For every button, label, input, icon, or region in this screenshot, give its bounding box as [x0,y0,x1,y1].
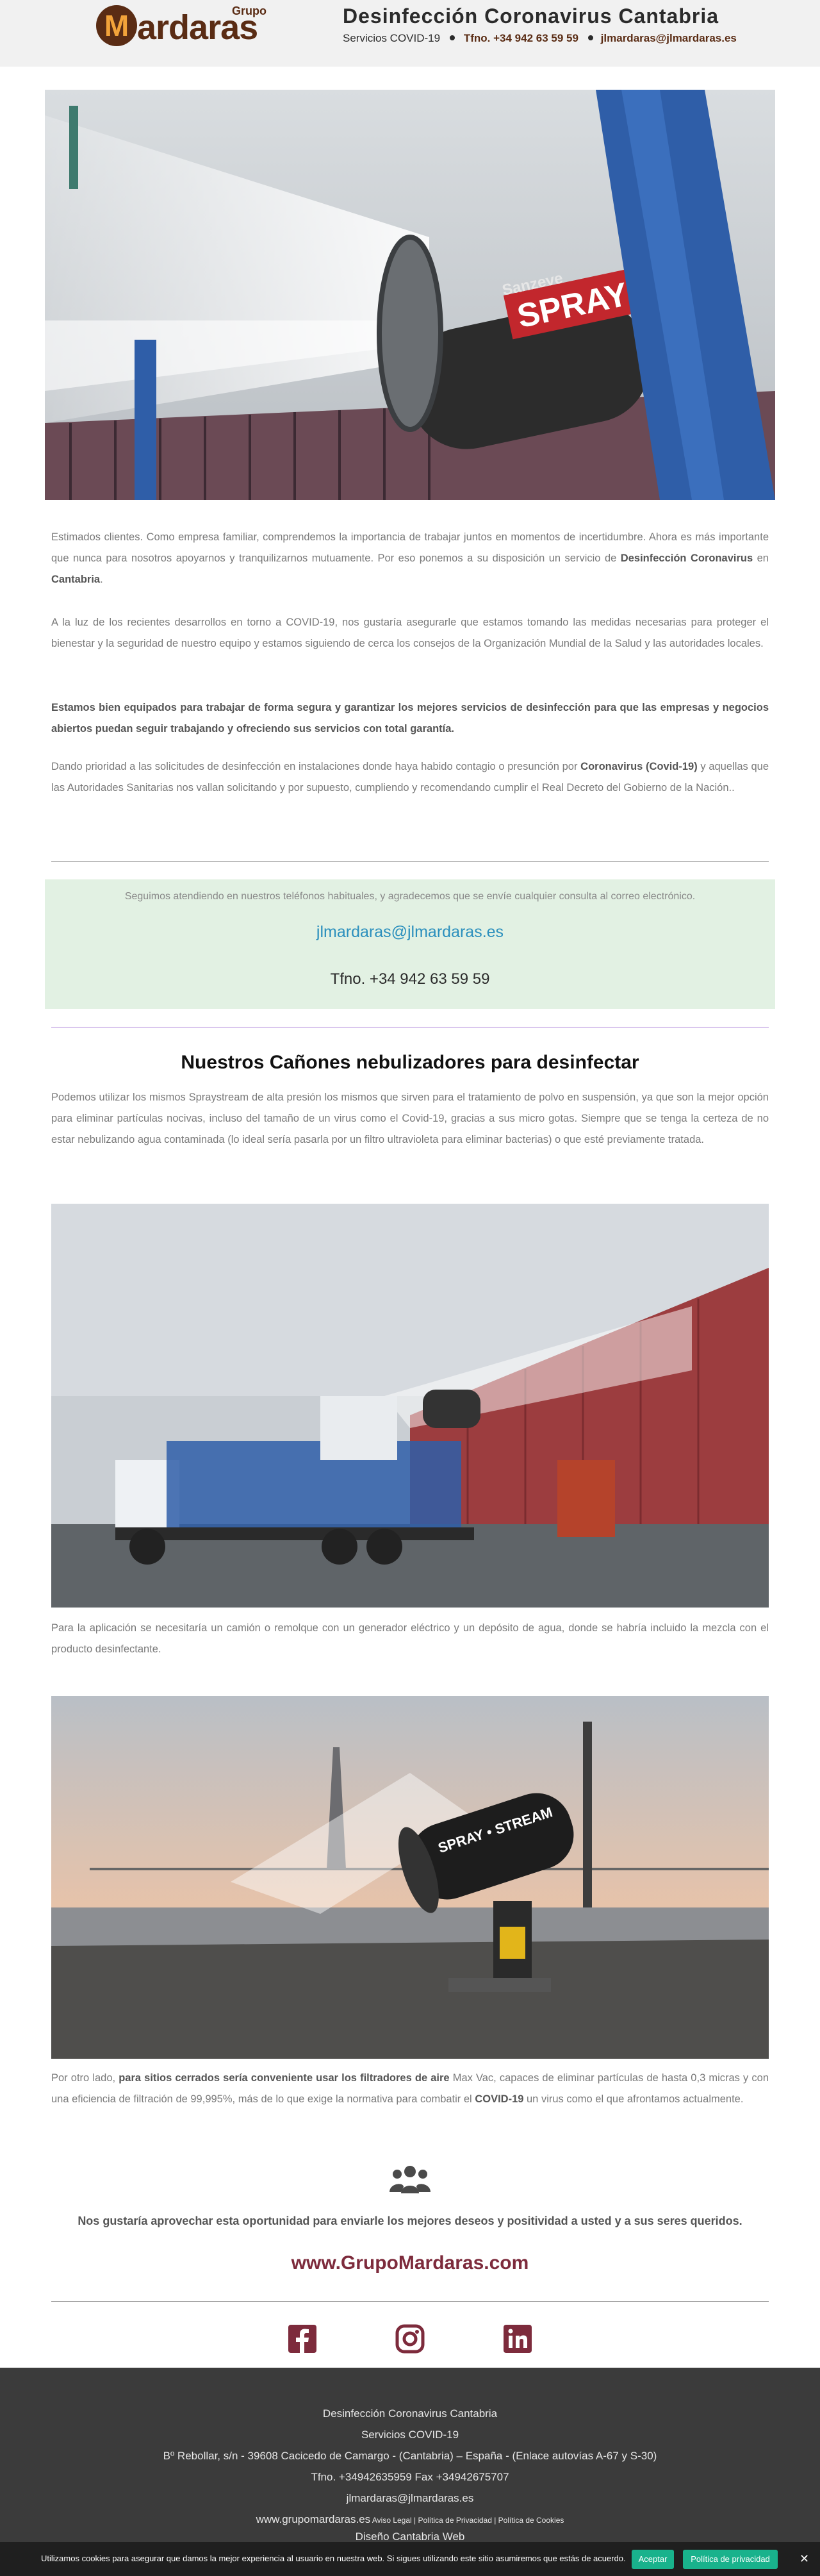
linkedin-icon[interactable] [502,2323,533,2354]
facebook-icon[interactable] [287,2323,318,2354]
cookie-accept-button[interactable]: Aceptar [632,2550,674,2569]
cookie-policy-button[interactable]: Política de privacidad [683,2550,778,2569]
site-link[interactable]: www.GrupoMardaras.com [0,2252,820,2275]
people-icon [390,2166,430,2193]
intro-paragraph-1: Estimados clientes. Como empresa familia… [51,531,769,585]
divider [51,2301,769,2302]
cannons-intro: Podemos utilizar los mismos Spraystream … [51,1087,769,1151]
intro-paragraph-4: Dando prioridad a las solicitudes de des… [51,761,769,794]
logo[interactable]: M ardaras Grupo [96,5,285,58]
cannons-text-3: Por otro lado, para sitios cerrados serí… [51,2068,769,2110]
contact-phone[interactable]: Tfno. +34 942 63 59 59 [45,970,775,988]
contact-note: Seguimos atendiendo en nuestros teléfono… [124,891,696,902]
intro-section: Estimados clientes. Como empresa familia… [51,527,769,590]
intro-section-3: Estamos bien equipados para trabajar de … [51,697,769,740]
intro-section-2: A la luz de los recientes desarrollos en… [51,612,769,654]
cannons-paragraph-1: Podemos utilizar los mismos Spraystream … [51,1092,769,1145]
footer-services: Servicios COVID-19 [361,2429,459,2441]
footer-legal-links[interactable]: Aviso Legal | Política de Privacidad | P… [370,2516,564,2525]
instagram-icon[interactable] [395,2323,425,2354]
contact-box: Seguimos atendiendo en nuestros teléfono… [45,879,775,1009]
cookie-banner: Utilizamos cookies para asegurar que dam… [0,2542,820,2576]
header-services: Servicios COVID-19 [343,32,441,44]
cannons-title: Nuestros Cañones nebulizadores para desi… [181,1052,639,1073]
site-header: M ardaras Grupo Desinfección Coronavirus… [0,0,820,67]
cannon-photo: SPRAY • STREAM [51,1696,769,2059]
cannons-paragraph-3: Por otro lado, para sitios cerrados serí… [51,2072,769,2105]
footer-email[interactable]: jlmardaras@jlmardaras.es [0,2492,820,2505]
divider [51,861,769,862]
spray-stream-cannon-image: SPRAY • STREAM [51,1696,769,2059]
close-icon[interactable]: ✕ [800,2552,809,2566]
logo-mark: M [96,5,137,46]
closing-wishes: Nos gustaría aprovechar esta oportunidad… [78,2215,742,2227]
header-title: Desinfección Coronavirus Cantabria [343,4,719,28]
header-contact-line: Servicios COVID-19 Tfno. +34 942 63 59 5… [343,31,737,46]
header-email[interactable]: jlmardaras@jlmardaras.es [601,32,737,44]
bullet-icon [587,35,593,40]
footer-links-line: www.grupomardaras.es Aviso Legal | Polít… [0,2513,820,2526]
accent-bar [69,106,78,189]
footer-credit[interactable]: Diseño Cantabria Web [0,2530,820,2543]
truck-photo [51,1204,769,1608]
cannons-text-2: Para la aplicación se necesitaría un cam… [51,1618,769,1660]
cannons-paragraph-2: Para la aplicación se necesitaría un cam… [51,1622,769,1655]
contact-email-link[interactable]: jlmardaras@jlmardaras.es [45,923,775,942]
intro-paragraph-2: A la luz de los recientes desarrollos en… [51,617,769,649]
bullet-icon [449,35,455,40]
header-phone[interactable]: Tfno. +34 942 63 59 59 [464,32,578,44]
hero-image: SPRAY ST Sanzeve [45,90,775,500]
footer-phone-fax: Tfno. +34942635959 Fax +34942675707 [311,2471,509,2483]
cookie-message: Utilizamos cookies para asegurar que dam… [41,2554,626,2563]
intro-paragraph-3: Estamos bien equipados para trabajar de … [51,702,769,735]
footer-address: Bº Rebollar, s/n - 39608 Cacicedo de Cam… [163,2450,657,2462]
spray-cannon-photo: SPRAY ST Sanzeve [45,90,775,500]
logo-grupo: Grupo [232,4,266,17]
intro-section-4: Dando prioridad a las solicitudes de des… [51,756,769,799]
truck-cannon-image [51,1204,769,1608]
footer-site-link[interactable]: www.grupomardaras.es [256,2513,371,2525]
footer-title: Desinfección Coronavirus Cantabria [322,2407,498,2420]
